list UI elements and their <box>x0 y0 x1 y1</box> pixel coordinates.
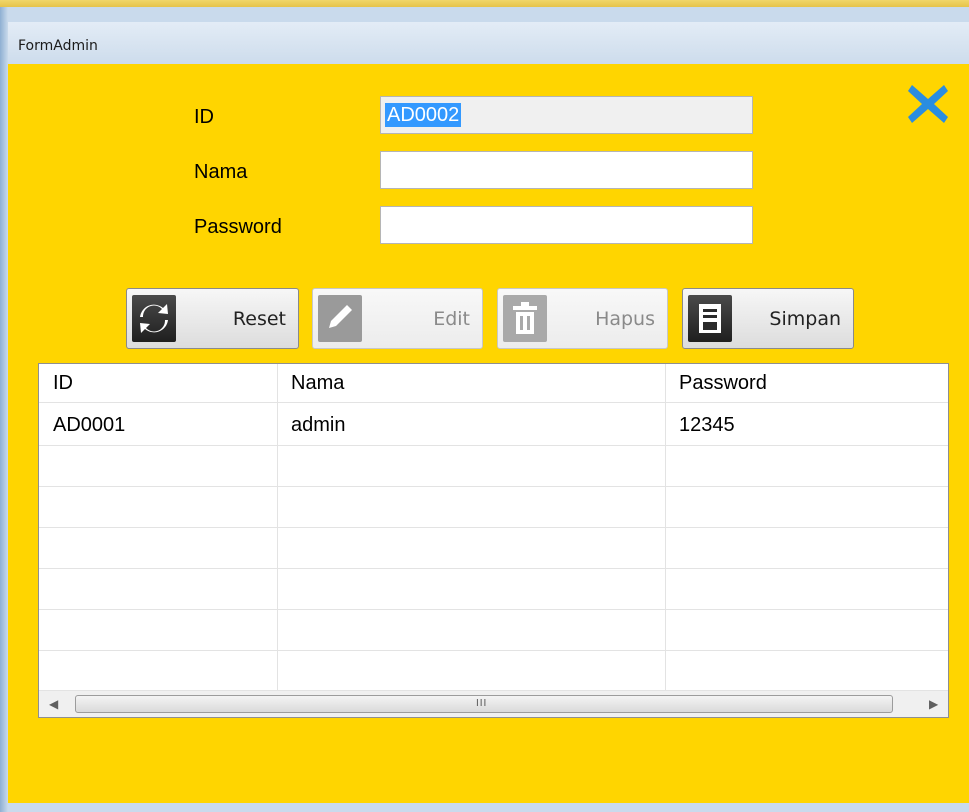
id-field[interactable]: AD0002 <box>380 96 753 134</box>
scroll-left-arrow[interactable]: ◀ <box>49 697 58 711</box>
column-header-nama[interactable]: Nama <box>277 364 665 402</box>
scrollbar-thumb[interactable]: III <box>75 695 893 713</box>
password-field[interactable] <box>380 206 753 244</box>
admin-data-grid[interactable]: ID Nama Password AD0001 admin 12345 ◀ II… <box>38 363 949 718</box>
scroll-right-arrow[interactable]: ▶ <box>929 697 938 711</box>
id-field-value: AD0002 <box>385 103 462 127</box>
table-cell[interactable]: 12345 <box>665 406 948 444</box>
id-label: ID <box>194 106 214 128</box>
password-input[interactable] <box>381 207 752 243</box>
edit-button[interactable]: Edit <box>312 288 483 349</box>
simpan-button-label: Simpan <box>769 308 841 330</box>
table-cell[interactable]: AD0001 <box>39 406 277 444</box>
refresh-icon <box>132 295 176 342</box>
grid-row-divider <box>39 609 948 610</box>
nama-label: Nama <box>194 161 248 183</box>
grid-row-divider <box>39 402 948 403</box>
reset-button-label: Reset <box>232 308 286 330</box>
trash-icon <box>503 295 547 342</box>
grid-row-divider <box>39 527 948 528</box>
grid-row-divider <box>39 486 948 487</box>
hapus-button-label: Hapus <box>595 308 655 330</box>
table-cell[interactable]: admin <box>277 406 665 444</box>
hapus-button[interactable]: Hapus <box>497 288 668 349</box>
password-label: Password <box>194 216 282 238</box>
window-left-border <box>0 7 8 812</box>
save-icon <box>688 295 732 342</box>
window-bottom-border <box>8 803 969 812</box>
window-top-edge <box>0 0 969 7</box>
reset-button[interactable]: Reset <box>126 288 299 349</box>
close-icon[interactable] <box>907 82 949 126</box>
grid-row-divider <box>39 650 948 651</box>
title-bar[interactable] <box>8 22 969 64</box>
grid-row-divider <box>39 445 948 446</box>
horizontal-scrollbar[interactable]: ◀ III ▶ <box>39 690 948 717</box>
nama-field[interactable] <box>380 151 753 189</box>
nama-input[interactable] <box>381 152 752 188</box>
grid-row-divider <box>39 568 948 569</box>
scrollbar-grip-icon: III <box>476 698 488 709</box>
simpan-button[interactable]: Simpan <box>682 288 854 349</box>
column-header-password[interactable]: Password <box>665 364 948 402</box>
window-title: FormAdmin <box>18 38 98 54</box>
pencil-icon <box>318 295 362 342</box>
column-header-id[interactable]: ID <box>39 364 277 402</box>
edit-button-label: Edit <box>433 308 470 330</box>
